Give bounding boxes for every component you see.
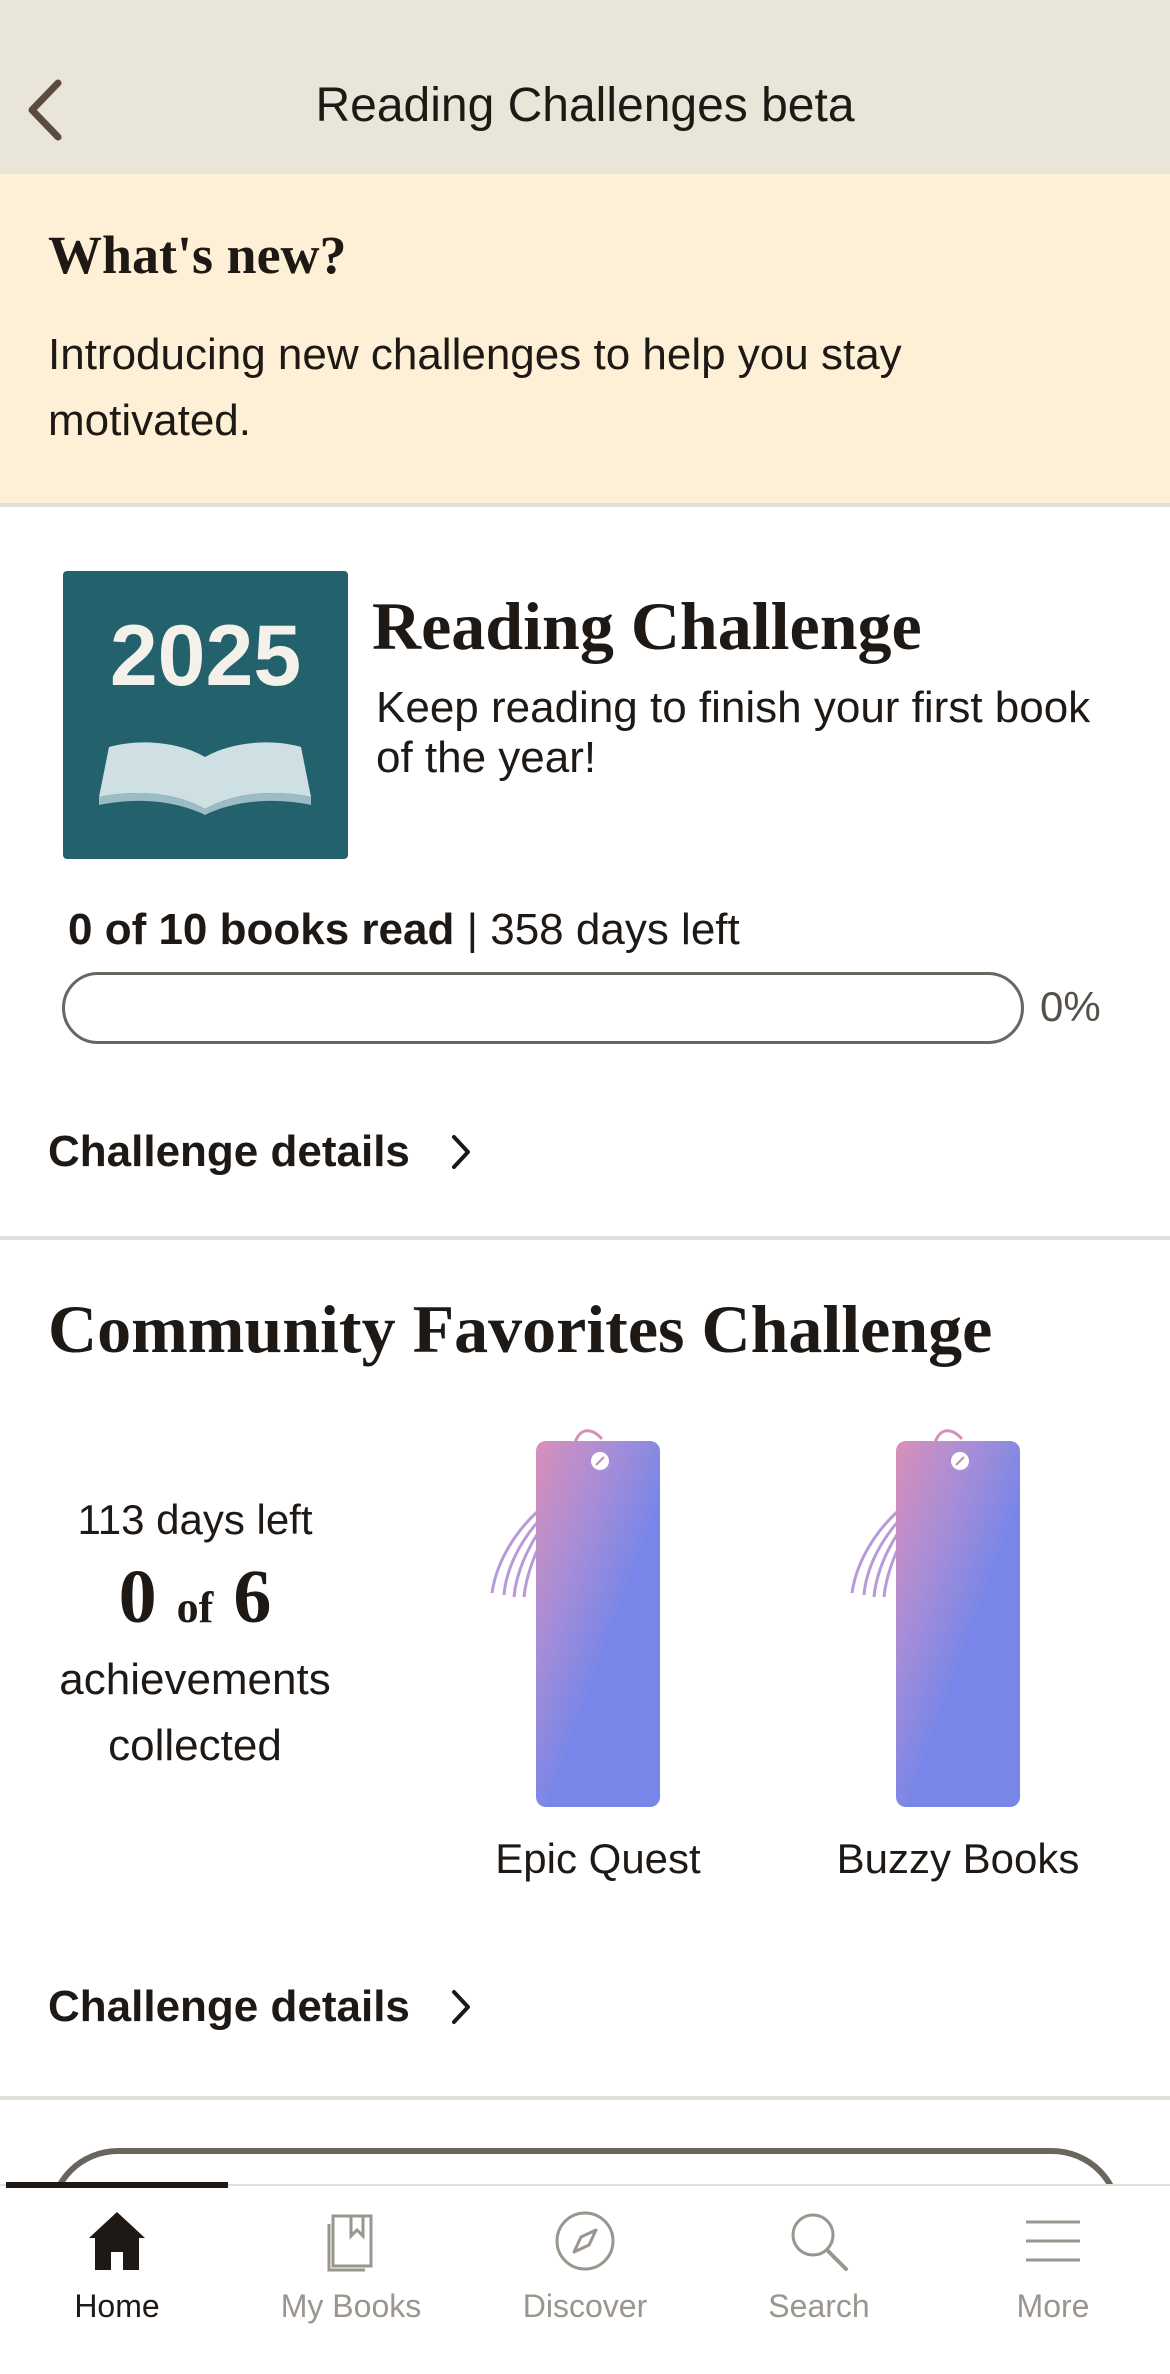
challenge-description: Keep reading to finish your first book o… [376,683,1091,782]
challenge-title: Reading Challenge [372,588,922,664]
active-tab-indicator [6,2182,228,2188]
tab-label: Discover [522,2288,648,2324]
bookmark-label: Buzzy Books [836,1835,1080,1882]
bookmark-label: Epic Quest [495,1835,701,1882]
whats-new-body: Introducing new challenges to help you s… [48,330,902,445]
badge-year: 2025 [109,608,302,704]
whats-new-title: What's new? [48,225,347,285]
compass-icon [555,2211,615,2271]
community-challenge-details-link[interactable]: Challenge details [48,1982,472,2032]
home-icon [89,2212,145,2270]
achievement-bookmark-buzzy-books[interactable]: Buzzy Books [837,1425,1079,1883]
search-icon [791,2213,848,2271]
whats-new-banner: What's new? Introducing new challenges t… [0,174,1170,507]
total-count: 6 [233,1555,272,1639]
progress-percent: 0% [1040,983,1101,1030]
tab-home[interactable]: Home [0,2186,234,2374]
bookmark-icon [850,1429,1020,1807]
menu-icon [1026,2220,1080,2262]
of-label: of [176,1583,214,1632]
books-read-count: 0 of 10 books read [68,905,455,954]
bottom-tab-bar: Home My Books Discover Search More [0,2182,1170,2374]
details-label: Challenge details [48,1127,410,1176]
days-left: | 358 days left [454,905,740,954]
chevron-right-icon [451,1135,470,1169]
reading-challenge-card: 2025 Reading Challenge Keep reading to f… [0,507,1170,1240]
achievement-count: 0 of 6 [30,1554,360,1641]
tab-label: More [1016,2288,1090,2324]
achievements-label: achievements collected [59,1655,331,1770]
tab-label: Home [74,2288,160,2324]
tab-label: Search [768,2288,870,2324]
bookmark-icon [490,1429,660,1807]
my-books-icon [327,2214,373,2272]
page-title: Reading Challenges beta [315,79,855,132]
details-label: Challenge details [48,1982,410,2031]
collected-count: 0 [118,1555,157,1639]
chevron-right-icon [451,1990,470,2024]
achievement-bookmark-epic-quest[interactable]: Epic Quest [478,1425,718,1883]
community-challenge-title: Community Favorites Challenge [48,1291,993,1367]
tab-search[interactable]: Search [702,2186,936,2374]
reading-challenge-details-link[interactable]: Challenge details [48,1127,472,1177]
tab-discover[interactable]: Discover [468,2186,702,2374]
achievement-stats: 113 days left 0 of 6 achievements collec… [30,1496,360,1779]
top-app-bar: Reading Challenges beta [0,0,1170,174]
days-left: 113 days left [77,1496,313,1543]
progress-bar [62,972,1024,1044]
tab-more[interactable]: More [936,2186,1170,2374]
community-challenge-card: Community Favorites Challenge 113 days l… [0,1240,1170,2100]
tab-label: My Books [280,2288,422,2324]
progress-summary: 0 of 10 books read | 358 days left [68,905,740,955]
open-book-icon [99,742,311,815]
tab-my-books[interactable]: My Books [234,2186,468,2374]
challenge-badge: 2025 [63,571,348,859]
